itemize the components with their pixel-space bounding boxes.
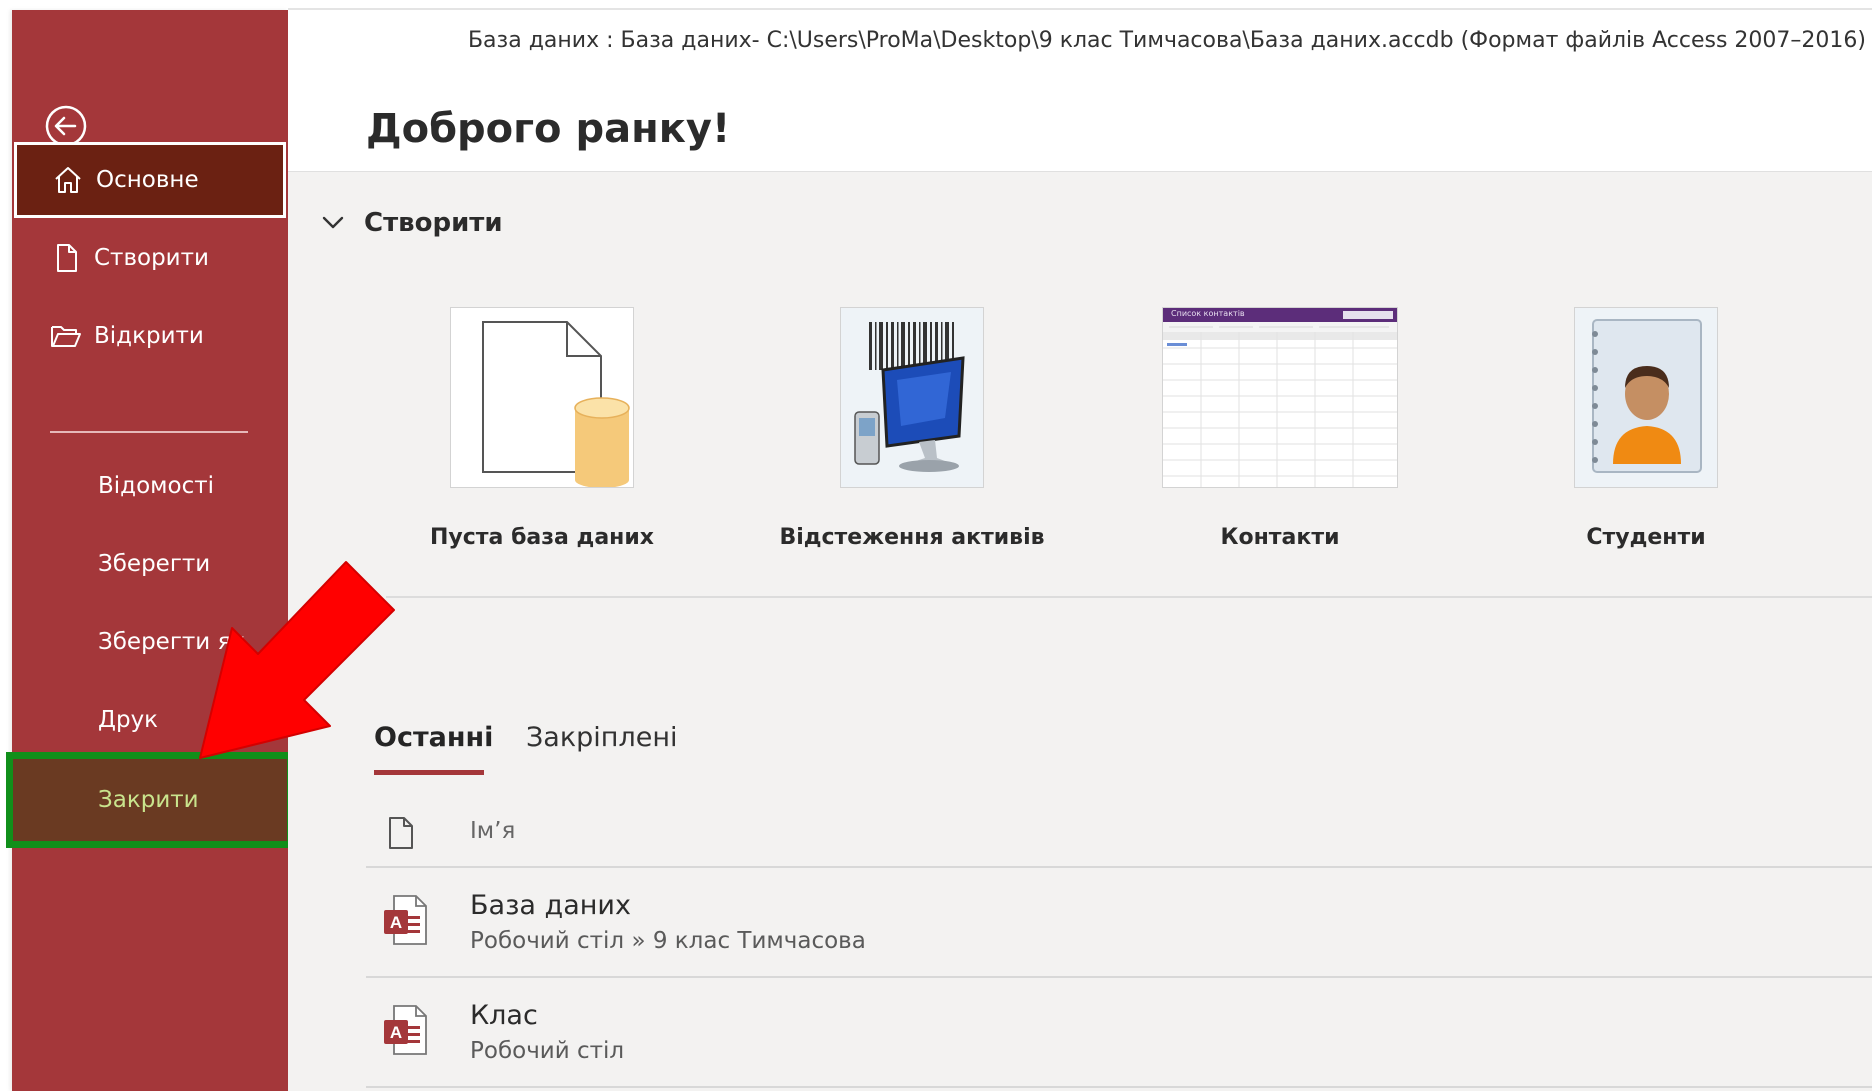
nav-save-as-label: Зберегти як bbox=[98, 629, 246, 655]
section-divider bbox=[386, 596, 1872, 598]
nav-info-label: Відомості bbox=[98, 473, 214, 499]
tab-recent[interactable]: Останні bbox=[374, 722, 494, 775]
asset-tracking-icon bbox=[841, 308, 983, 487]
contacts-thumb-grid bbox=[1163, 311, 1397, 487]
template-blank-database-label: Пуста база даних bbox=[430, 525, 654, 550]
tab-pinned-label: Закріплені bbox=[526, 722, 678, 753]
sidebar-divider bbox=[50, 431, 248, 433]
new-document-icon bbox=[48, 240, 84, 276]
tab-pinned[interactable]: Закріплені bbox=[526, 722, 677, 753]
nav-new-label: Створити bbox=[94, 245, 209, 271]
template-contacts[interactable]: Список контактів Контакти bbox=[1162, 307, 1398, 550]
home-icon bbox=[50, 162, 86, 198]
recent-file-name: База даних bbox=[470, 890, 631, 921]
access-file-icon: A bbox=[382, 1004, 430, 1060]
recent-file-row[interactable]: A База даних Робочий стіл » 9 клас Тимча… bbox=[366, 868, 1872, 978]
tab-active-underline bbox=[374, 770, 484, 775]
title-area: База даних : База даних- C:\Users\ProMa\… bbox=[288, 8, 1872, 171]
nav-info[interactable]: Відомості bbox=[12, 448, 288, 524]
svg-text:A: A bbox=[390, 913, 402, 932]
recent-file-path: Робочий стіл bbox=[470, 1038, 625, 1064]
nav-print[interactable]: Друк bbox=[12, 682, 288, 758]
nav-close-label: Закрити bbox=[98, 787, 199, 813]
students-icon bbox=[1575, 308, 1717, 487]
recent-list-header: Ім’я bbox=[366, 808, 1872, 868]
template-asset-tracking-label: Відстеження активів bbox=[779, 525, 1045, 550]
nav-open[interactable]: Відкрити bbox=[12, 298, 288, 374]
template-students[interactable]: Студенти bbox=[1574, 307, 1718, 550]
template-contacts-label: Контакти bbox=[1220, 525, 1340, 550]
blank-database-thumbnail bbox=[450, 307, 634, 488]
template-asset-tracking[interactable]: Відстеження активів bbox=[779, 307, 1045, 550]
blank-database-icon bbox=[482, 321, 630, 487]
nav-new[interactable]: Створити bbox=[12, 220, 288, 296]
template-students-label: Студенти bbox=[1586, 525, 1706, 550]
window-title: База даних : База даних- C:\Users\ProMa\… bbox=[467, 28, 1866, 53]
svg-text:A: A bbox=[390, 1023, 402, 1042]
contacts-thumbnail: Список контактів bbox=[1162, 307, 1398, 488]
recent-file-path: Робочий стіл » 9 клас Тимчасова bbox=[470, 928, 866, 954]
access-file-icon: A bbox=[382, 894, 430, 950]
nav-print-label: Друк bbox=[98, 707, 159, 733]
asset-tracking-thumbnail bbox=[840, 307, 984, 488]
backstage-main: Створити Пуста база даних Відстеження ак… bbox=[288, 171, 1872, 1091]
nav-home-label: Основне bbox=[96, 167, 199, 193]
recent-file-row[interactable]: A Клас Робочий стіл bbox=[366, 978, 1872, 1088]
template-blank-database[interactable]: Пуста база даних bbox=[430, 307, 654, 550]
nav-save[interactable]: Зберегти bbox=[12, 526, 288, 602]
create-section-toggle[interactable]: Створити bbox=[320, 208, 503, 238]
backstage-sidebar: Основне Створити Відкрити Відомості Збер… bbox=[6, 10, 294, 1091]
greeting-heading: Доброго ранку! bbox=[366, 106, 731, 152]
open-folder-icon bbox=[48, 318, 84, 354]
nav-save-as[interactable]: Зберегти як bbox=[12, 604, 288, 680]
chevron-down-icon bbox=[320, 210, 346, 236]
nav-save-label: Зберегти bbox=[98, 551, 211, 577]
column-name-header[interactable]: Ім’я bbox=[470, 818, 515, 844]
nav-home[interactable]: Основне bbox=[14, 142, 286, 218]
tab-recent-label: Останні bbox=[374, 722, 494, 753]
create-section-title: Створити bbox=[364, 208, 503, 238]
students-thumbnail bbox=[1574, 307, 1718, 488]
recent-file-name: Клас bbox=[470, 1000, 538, 1031]
file-type-icon bbox=[386, 816, 416, 854]
nav-close[interactable]: Закрити bbox=[6, 752, 294, 848]
nav-open-label: Відкрити bbox=[94, 323, 204, 349]
